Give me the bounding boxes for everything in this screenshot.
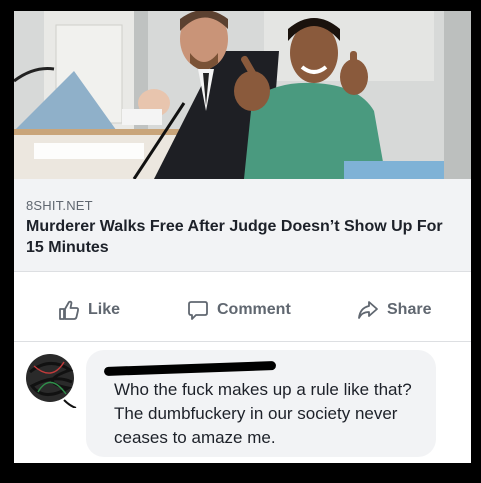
link-domain: 8SHIT.NET [26, 198, 93, 213]
like-button[interactable]: Like [58, 298, 120, 322]
comment-button[interactable]: Comment [187, 298, 291, 322]
redacted-commenter-name [103, 361, 277, 376]
share-label: Share [387, 301, 432, 318]
share-arrow-icon [357, 299, 379, 321]
post-action-bar: Like Comment Share [14, 283, 471, 342]
comment: Who the fuck makes up a rule like that? … [14, 342, 471, 463]
link-title[interactable]: Murderer Walks Free After Judge Doesn’t … [26, 216, 456, 258]
thumbs-up-icon [58, 299, 80, 321]
scribbled-avatar-icon [26, 354, 77, 409]
comment-bubble: Who the fuck makes up a rule like that? … [86, 350, 436, 457]
like-label: Like [88, 301, 121, 318]
link-card[interactable]: 8SHIT.NET Murderer Walks Free After Judg… [14, 179, 471, 272]
black-border-right [471, 0, 481, 483]
courtroom-photo [14, 11, 471, 179]
black-border-bottom [0, 463, 481, 483]
comment-label: Comment [217, 301, 291, 318]
link-preview-image[interactable] [14, 11, 471, 179]
comment-text: Who the fuck makes up a rule like that? … [114, 380, 412, 447]
black-border-top [0, 0, 481, 11]
share-button[interactable]: Share [357, 298, 431, 322]
facebook-post: 8SHIT.NET Murderer Walks Free After Judg… [14, 11, 471, 463]
speech-bubble-icon [187, 299, 209, 321]
black-border-left [0, 0, 14, 483]
avatar[interactable] [24, 352, 80, 409]
